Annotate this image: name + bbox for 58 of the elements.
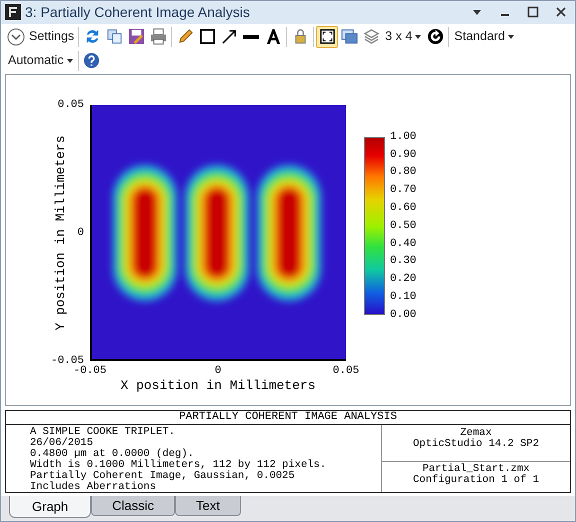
pencil-icon [176, 28, 194, 46]
layers-icon [362, 28, 380, 46]
colorbar-label: 0.50 [390, 220, 416, 232]
rectangle-icon [198, 28, 216, 46]
report-line: Configuration 1 of 1 [412, 475, 540, 486]
printer-icon [150, 28, 167, 46]
axis-tick-label: 0 [214, 364, 222, 377]
report-line: Width is 0.1000 Millimeters, 112 by 112 pixels. [30, 460, 328, 471]
arrow-icon [220, 28, 238, 46]
tab[interactable]: Classic [91, 496, 176, 516]
report-title: PARTIALLY COHERENT IMAGE ANALYSIS [6, 411, 570, 425]
colorbar-label: 0.30 [390, 255, 416, 268]
close-icon[interactable] [555, 6, 567, 18]
maximize-icon[interactable] [527, 6, 539, 18]
chevron-icon [7, 28, 25, 46]
caret-icon [415, 34, 422, 39]
report-line: Zemax [460, 428, 493, 439]
axis-tick-label: 0.05 [58, 98, 84, 111]
axis-tick-label: -0.05 [50, 354, 84, 367]
colorbar-label: 0.90 [390, 148, 416, 161]
colorbar-label: 1.00 [390, 130, 416, 143]
report-line: Includes Aberrations [30, 482, 158, 493]
colorbar-label: 0.60 [390, 202, 416, 214]
report-line: OpticStudio 14.2 SP2 [412, 439, 540, 450]
report-line: Partial_Start.zmx [422, 464, 531, 475]
axis-tick-label: -0.05 [74, 364, 106, 377]
report-line: A SIMPLE COOKE TRIPLET. [30, 427, 176, 438]
save-icon [128, 28, 145, 46]
dropdown-button[interactable]: Automatic [5, 50, 76, 72]
axis-tick-label: 0.05 [332, 364, 360, 377]
colorbar-label: 0.20 [390, 273, 416, 286]
rotate-icon [426, 28, 444, 46]
copy-icon [106, 28, 123, 46]
report-line: Partially Coherent Image, Gaussian, 0.0025 [30, 471, 296, 482]
tab[interactable]: Graph [9, 496, 92, 518]
colorbar-label: 0.80 [390, 166, 416, 178]
colorbar-label: 0.10 [390, 290, 416, 303]
help-icon [83, 52, 100, 70]
text-tool-icon [264, 28, 282, 46]
colorbar-label: 0.70 [390, 184, 416, 196]
caret-icon [66, 58, 73, 63]
dropdown-button[interactable]: Standard [451, 26, 518, 48]
colorbar-label: 0.40 [390, 238, 416, 250]
axis-title: X position in Millimeters [120, 378, 316, 393]
dropdown-button[interactable]: 3 x 4 [382, 26, 424, 48]
axis-tick-label: 0 [77, 226, 84, 239]
toolbar-button[interactable] [316, 26, 338, 48]
window-title: 3: Partially Coherent Image Analysis [25, 2, 250, 22]
settings-button[interactable]: Settings [5, 26, 76, 48]
tab[interactable]: Text [175, 496, 241, 516]
app-logo-icon [5, 4, 21, 20]
axis-title: Y position in Millimeters [54, 135, 68, 330]
windows-icon [340, 28, 358, 46]
colorbar-label: 0.00 [390, 308, 416, 321]
report-line: 0.4800 µm at 0.0000 (deg). [30, 449, 194, 460]
caret-icon [508, 34, 514, 39]
fit-view-icon [318, 28, 336, 46]
report-line: 26/06/2015 [30, 438, 94, 449]
